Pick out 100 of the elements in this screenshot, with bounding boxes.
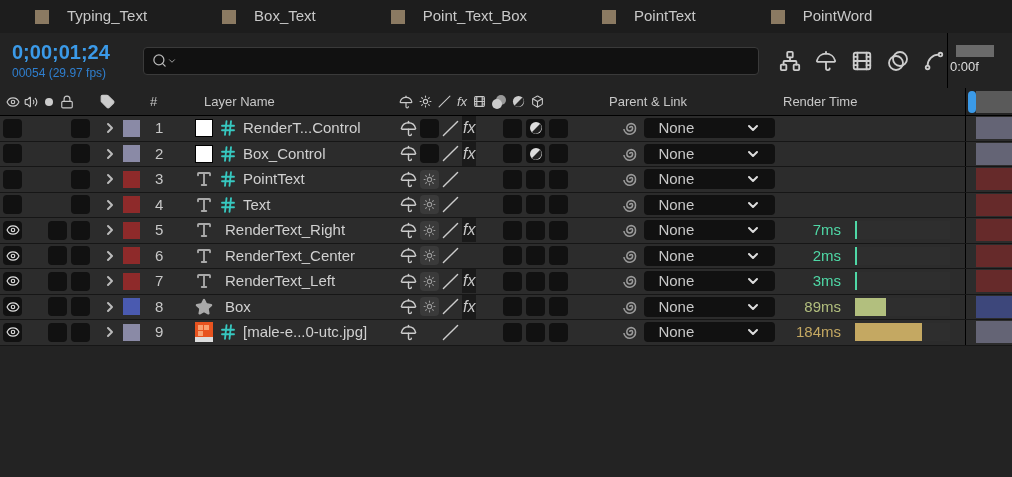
film-icon[interactable] xyxy=(473,95,487,108)
parent-dropdown[interactable]: None xyxy=(644,296,775,317)
label-color-swatch[interactable] xyxy=(123,119,140,137)
switch-box[interactable] xyxy=(549,246,568,266)
label-color-swatch[interactable] xyxy=(123,323,140,341)
layer-name[interactable]: [male-e...0-utc.jpg] xyxy=(243,321,368,344)
parent-dropdown[interactable]: None xyxy=(644,143,775,164)
switch-box[interactable] xyxy=(3,144,22,164)
umbrella-icon[interactable] xyxy=(400,119,417,137)
visibility-toggle[interactable] xyxy=(3,246,22,266)
column-header[interactable]: Parent & Link xyxy=(603,91,775,112)
parent-dropdown[interactable]: None xyxy=(644,194,775,215)
label-color-swatch[interactable] xyxy=(123,298,140,316)
sun-switch[interactable] xyxy=(420,271,439,291)
switch-box[interactable] xyxy=(3,118,22,138)
switch-box[interactable] xyxy=(549,144,568,164)
switch-box[interactable] xyxy=(549,169,568,189)
composition-tab[interactable]: Typing_Text xyxy=(0,0,188,33)
visibility-toggle[interactable] xyxy=(3,271,22,291)
switch-box[interactable] xyxy=(71,169,90,189)
column-header[interactable]: # xyxy=(140,91,195,112)
sun-switch[interactable] xyxy=(420,169,439,189)
switch-box[interactable] xyxy=(526,169,545,189)
parent-dropdown[interactable]: None xyxy=(644,220,775,241)
slash-icon[interactable] xyxy=(442,170,459,188)
switch-box[interactable] xyxy=(503,297,522,317)
switch-box[interactable] xyxy=(48,297,67,317)
switch-box[interactable] xyxy=(503,220,522,240)
switch-box[interactable] xyxy=(503,195,522,215)
switch-box[interactable] xyxy=(48,220,67,240)
switch-box[interactable] xyxy=(549,271,568,291)
sun-icon[interactable] xyxy=(419,95,432,108)
umbrella-icon[interactable] xyxy=(400,323,417,341)
umbrella-icon[interactable] xyxy=(400,145,417,163)
umbrella-icon[interactable] xyxy=(400,196,417,214)
label-color-swatch[interactable] xyxy=(123,196,140,214)
switch-box[interactable] xyxy=(3,169,22,189)
cube-icon[interactable] xyxy=(531,95,545,108)
sun-switch[interactable] xyxy=(420,246,439,266)
flowchart-icon[interactable] xyxy=(779,49,801,72)
effects-switch[interactable]: fx xyxy=(462,141,477,166)
layer-name[interactable]: Box_Control xyxy=(243,142,326,165)
switch-box[interactable] xyxy=(549,220,568,240)
umbrella-icon[interactable] xyxy=(400,221,417,239)
slash-icon[interactable] xyxy=(442,247,459,265)
layer-name[interactable]: RenderText_Left xyxy=(225,270,336,293)
switch-box[interactable] xyxy=(71,144,90,164)
switch-box[interactable] xyxy=(3,195,22,215)
switch-box[interactable] xyxy=(71,322,90,342)
switch-box[interactable] xyxy=(503,246,522,266)
label-color-swatch[interactable] xyxy=(123,272,140,290)
switch-box[interactable] xyxy=(503,144,522,164)
parent-dropdown[interactable]: None xyxy=(644,271,775,292)
switch-box[interactable] xyxy=(526,271,545,291)
switch-box[interactable] xyxy=(503,271,522,291)
layer-duration-bar[interactable] xyxy=(976,142,1012,165)
overlapping-circles-icon[interactable] xyxy=(492,94,507,109)
adjustment-switch[interactable] xyxy=(526,144,545,164)
switch-box[interactable] xyxy=(526,322,545,342)
slash-icon[interactable] xyxy=(442,298,459,316)
sun-switch[interactable] xyxy=(420,195,439,215)
switch-box[interactable] xyxy=(549,195,568,215)
overlapping-circles-icon[interactable] xyxy=(887,49,909,72)
switch-box[interactable] xyxy=(526,195,545,215)
eye-icon[interactable] xyxy=(6,94,20,109)
sun-switch[interactable] xyxy=(420,297,439,317)
switch-box[interactable] xyxy=(420,118,439,138)
switch-box[interactable] xyxy=(71,297,90,317)
speaker-icon[interactable] xyxy=(24,94,38,109)
layer-name[interactable]: RenderText_Right xyxy=(225,219,346,242)
time-ruler[interactable] xyxy=(956,44,994,57)
layer-duration-bar[interactable] xyxy=(976,321,1012,344)
half-circle-icon[interactable] xyxy=(512,95,526,108)
layer-name[interactable]: RenderText_Center xyxy=(225,244,356,267)
switch-box[interactable] xyxy=(71,220,90,240)
switch-box[interactable] xyxy=(549,322,568,342)
switch-box[interactable] xyxy=(48,246,67,266)
switch-box[interactable] xyxy=(48,322,67,342)
slash-icon[interactable] xyxy=(442,221,459,239)
layer-name[interactable]: PointText xyxy=(243,168,305,191)
column-header[interactable]: Layer Name xyxy=(195,91,393,112)
slash-icon[interactable] xyxy=(442,119,459,137)
search-field[interactable] xyxy=(143,46,759,75)
fx-header[interactable]: fx xyxy=(457,91,468,112)
effects-switch[interactable]: fx xyxy=(462,294,477,319)
umbrella-icon[interactable] xyxy=(400,298,417,316)
umbrella-icon[interactable] xyxy=(400,170,417,188)
label-color-swatch[interactable] xyxy=(123,247,140,265)
effects-switch[interactable]: fx xyxy=(462,269,477,294)
effects-switch[interactable]: fx xyxy=(462,116,477,141)
adjustment-switch[interactable] xyxy=(526,118,545,138)
umbrella-icon[interactable] xyxy=(815,49,837,72)
switch-box[interactable] xyxy=(549,297,568,317)
switch-box[interactable] xyxy=(503,118,522,138)
switch-box[interactable] xyxy=(526,297,545,317)
playhead-handle[interactable] xyxy=(968,90,976,113)
slash-icon[interactable] xyxy=(442,196,459,214)
visibility-toggle[interactable] xyxy=(3,297,22,317)
slash-icon[interactable] xyxy=(442,272,459,290)
layer-name[interactable]: RenderT...Control xyxy=(243,117,361,140)
